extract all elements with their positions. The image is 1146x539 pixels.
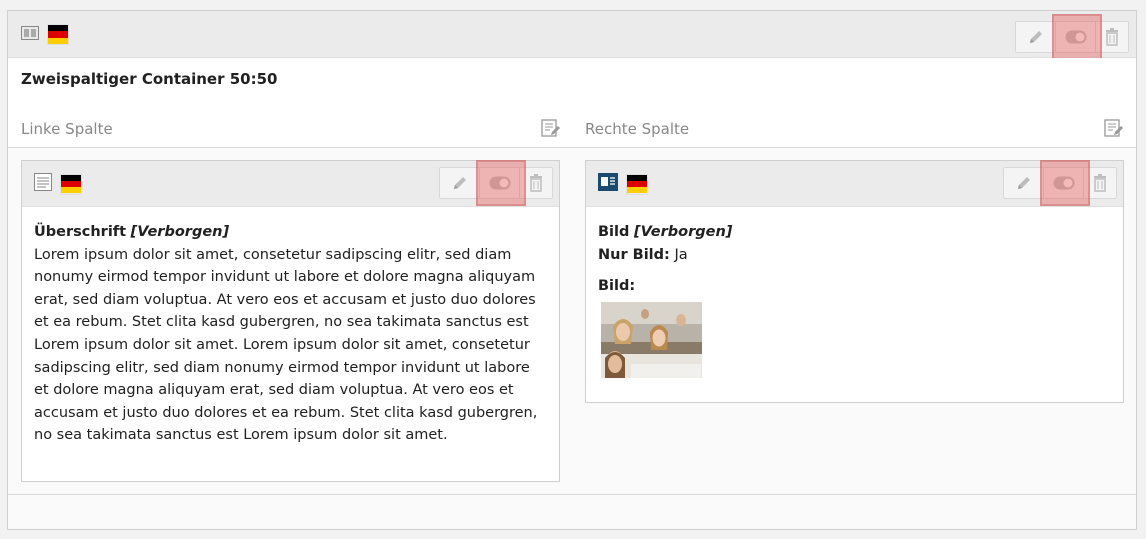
element-actions bbox=[439, 160, 553, 206]
trash-icon bbox=[530, 174, 542, 192]
right-content-element: Bild [Verborgen] Nur Bild: Ja Bild: bbox=[585, 160, 1124, 403]
image-label: Bild: bbox=[598, 278, 636, 295]
grid-container-icon[interactable] bbox=[21, 25, 39, 44]
edit-button[interactable] bbox=[1004, 168, 1044, 198]
container-body: Zweispaltiger Container 50:50 Linke Spal… bbox=[8, 58, 1136, 148]
container-title: Zweispaltiger Container 50:50 bbox=[21, 70, 278, 88]
container-footer-divider bbox=[8, 494, 1136, 495]
left-column-label: Linke Spalte bbox=[21, 120, 113, 138]
toggle-visibility-button[interactable] bbox=[1040, 160, 1090, 206]
edit-column-icon[interactable] bbox=[541, 118, 561, 142]
pencil-icon bbox=[1017, 177, 1030, 189]
text-content-icon[interactable] bbox=[34, 173, 52, 195]
container-header bbox=[8, 11, 1136, 60]
edit-button[interactable] bbox=[1016, 22, 1056, 52]
only-image-value: Ja bbox=[674, 246, 688, 263]
german-flag-icon bbox=[627, 174, 647, 194]
element-actions bbox=[1003, 160, 1117, 206]
delete-button[interactable] bbox=[520, 168, 552, 198]
element-bodytext: Lorem ipsum dolor sit amet, consetetur s… bbox=[34, 246, 538, 444]
german-flag-icon bbox=[61, 174, 81, 194]
edit-button[interactable] bbox=[440, 168, 480, 198]
pencil-icon bbox=[453, 177, 466, 189]
toggle-visibility-icon bbox=[489, 176, 510, 190]
right-column-label: Rechte Spalte bbox=[585, 120, 690, 138]
container-actions bbox=[1015, 14, 1129, 60]
pencil-icon bbox=[1029, 31, 1042, 43]
toggle-visibility-icon bbox=[1053, 176, 1074, 190]
image-thumbnail[interactable] bbox=[601, 301, 702, 378]
toggle-visibility-button[interactable] bbox=[476, 160, 526, 206]
container-element: Zweispaltiger Container 50:50 Linke Spal… bbox=[7, 10, 1137, 530]
left-content-element: Überschrift [Verborgen] Lorem ipsum dolo… bbox=[21, 160, 560, 482]
element-heading: Bild bbox=[598, 224, 630, 240]
element-header bbox=[586, 160, 1123, 207]
element-header bbox=[22, 160, 559, 207]
delete-button[interactable] bbox=[1084, 168, 1116, 198]
hidden-tag: [Verborgen] bbox=[633, 224, 733, 240]
toggle-visibility-button[interactable] bbox=[1052, 14, 1102, 60]
edit-column-icon[interactable] bbox=[1104, 118, 1124, 142]
trash-icon bbox=[1094, 174, 1106, 192]
element-preview: Überschrift [Verborgen] Lorem ipsum dolo… bbox=[22, 207, 559, 459]
element-preview: Bild [Verborgen] Nur Bild: Ja Bild: bbox=[586, 207, 1123, 390]
element-heading: Überschrift bbox=[34, 224, 127, 240]
text-image-content-icon[interactable] bbox=[598, 173, 618, 195]
only-image-label: Nur Bild: bbox=[598, 246, 670, 263]
hidden-tag: [Verborgen] bbox=[130, 224, 230, 240]
german-flag-icon bbox=[48, 25, 68, 44]
trash-icon bbox=[1106, 28, 1118, 46]
toggle-visibility-icon bbox=[1065, 30, 1086, 44]
delete-button[interactable] bbox=[1096, 22, 1128, 52]
